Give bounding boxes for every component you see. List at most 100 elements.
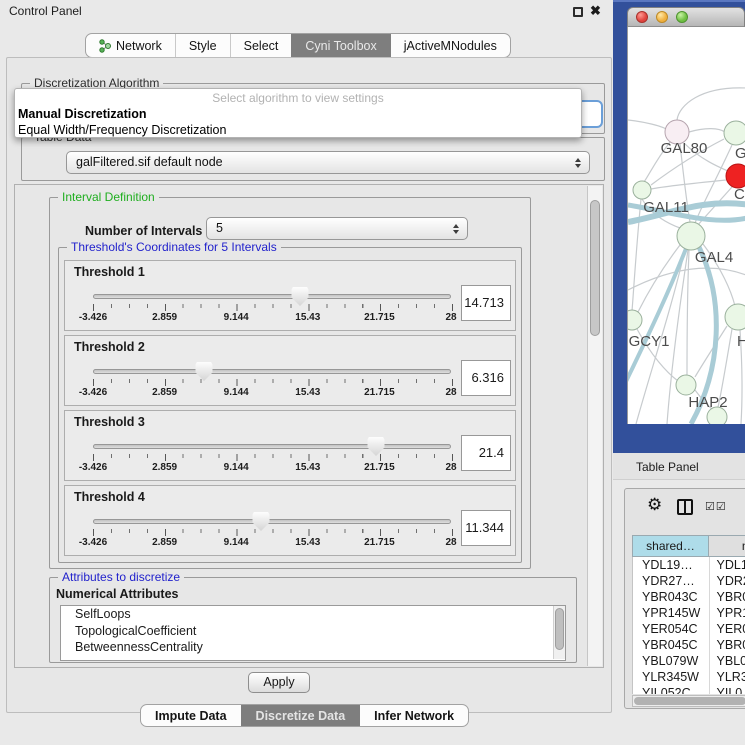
column-header-name[interactable]: na [709, 535, 745, 557]
node-highlighted-red[interactable] [726, 164, 745, 188]
cell-shared-name[interactable]: YBR045C [633, 637, 710, 653]
cell-name[interactable]: YBR0 [710, 589, 745, 605]
cell-name[interactable]: YDL1 [710, 557, 745, 573]
slider-major-ticks [93, 529, 453, 536]
network-window-titlebar[interactable] [627, 7, 745, 27]
numerical-attributes-label: Numerical Attributes [56, 587, 178, 601]
cell-shared-name[interactable]: YIL052C [633, 685, 710, 694]
threshold-label: Threshold 1 [74, 265, 145, 279]
tab-style[interactable]: Style [175, 34, 230, 57]
cell-shared-name[interactable]: YLR345W [633, 669, 710, 685]
tick-label: -3.426 [79, 462, 107, 473]
cell-name[interactable]: YDR2 [710, 573, 745, 589]
cell-shared-name[interactable]: YBR043C [633, 589, 710, 605]
list-scrollbar[interactable] [553, 606, 565, 659]
cell-shared-name[interactable]: YDR27… [633, 573, 710, 589]
table-row[interactable]: YDL19… YDL1 [633, 557, 745, 573]
scrollbar-thumb[interactable] [634, 697, 745, 705]
table-row[interactable]: YER054C YER0 [633, 621, 745, 637]
node-partial-top[interactable] [724, 121, 745, 145]
scrollbar-thumb[interactable] [590, 200, 600, 336]
select-columns-icon[interactable]: ☑☑ [705, 500, 727, 513]
threshold-2-slider[interactable] [93, 369, 451, 374]
cell-name[interactable]: YLR3 [710, 669, 745, 685]
tab-select[interactable]: Select [230, 34, 292, 57]
popup-option-manual-discretization[interactable]: Manual Discretization [15, 106, 581, 122]
cell-name[interactable]: YBL0 [710, 653, 745, 669]
list-item[interactable]: SelfLoops [61, 606, 565, 623]
column-header-shared-name[interactable]: shared… [632, 535, 709, 557]
cell-shared-name[interactable]: YBL079W [633, 653, 710, 669]
cell-name[interactable]: YIL0 [710, 685, 745, 694]
tab-infer-network[interactable]: Infer Network [359, 705, 468, 726]
close-icon[interactable]: ✖ [590, 3, 601, 19]
threshold-2-value-field[interactable]: 6.316 [461, 360, 511, 396]
tab-jactivemnodules[interactable]: jActiveMNodules [390, 34, 510, 57]
cell-name[interactable]: YBR0 [710, 637, 745, 653]
list-item[interactable]: TopologicalCoefficient [61, 623, 565, 640]
tab-label: jActiveMNodules [404, 39, 497, 53]
table-row[interactable]: YIL052C YIL0 [633, 685, 745, 694]
threshold-1-value-field[interactable]: 14.713 [461, 285, 511, 321]
tab-discretize-data[interactable]: Discretize Data [241, 705, 360, 726]
zoom-traffic-light-icon[interactable] [676, 11, 688, 23]
node-hap2[interactable] [676, 375, 696, 395]
table-header-row: shared… na [632, 535, 745, 557]
threshold-3-slider[interactable] [93, 444, 451, 449]
list-item[interactable]: BetweennessCentrality [61, 639, 565, 656]
cyni-toolbox-panel: Discretization Algorithm Table Data galF… [6, 57, 612, 713]
table-panel-title: Table Panel [636, 460, 699, 474]
table-row[interactable]: YPR145W YPR1 [633, 605, 745, 621]
table-row[interactable]: YLR345W YLR3 [633, 669, 745, 685]
popup-option-equal-width-frequency[interactable]: Equal Width/Frequency Discretization [15, 122, 581, 138]
table-data-combobox[interactable]: galFiltered.sif default node [66, 151, 590, 174]
tick-label: 2.859 [152, 537, 177, 548]
popup-hint: Select algorithm to view settings [15, 90, 581, 106]
cell-shared-name[interactable]: YER054C [633, 621, 710, 637]
numerical-attributes-list[interactable]: SelfLoopsTopologicalCoefficientBetweenne… [60, 605, 566, 661]
stepper-icon [575, 158, 581, 168]
interval-definition-group: Interval Definition Number of Intervals … [49, 197, 531, 569]
number-of-intervals-combobox[interactable]: 5 [206, 217, 468, 240]
table-row[interactable]: YBR045C YBR0 [633, 637, 745, 653]
table-horizontal-scrollbar[interactable] [632, 695, 745, 707]
tab-label: Style [189, 39, 217, 53]
tick-label: 2.859 [152, 312, 177, 323]
cell-name[interactable]: YER0 [710, 621, 745, 637]
gear-icon[interactable]: ⚙ [647, 495, 662, 515]
threshold-4-value-field[interactable]: 11.344 [461, 510, 511, 546]
tab-label: Infer Network [374, 709, 454, 723]
tick-label: 21.715 [364, 462, 395, 473]
column-layout-icon[interactable] [677, 499, 693, 515]
tick-label: 9.144 [224, 537, 249, 548]
tab-impute-data[interactable]: Impute Data [141, 705, 241, 726]
node-gal11[interactable] [633, 181, 651, 199]
scrollbar-thumb[interactable] [555, 608, 564, 650]
close-traffic-light-icon[interactable] [636, 11, 648, 23]
tick-label: 21.715 [364, 312, 395, 323]
slider-scale: -3.4262.8599.14415.4321.71528 [93, 387, 451, 400]
threshold-3-value-field[interactable]: 21.4 [461, 435, 511, 471]
threshold-4-slider[interactable] [93, 519, 451, 524]
panel-scrollbar[interactable] [587, 186, 602, 666]
minimize-traffic-light-icon[interactable] [656, 11, 668, 23]
tick-label: 21.715 [364, 537, 395, 548]
table-row[interactable]: YBL079W YBL0 [633, 653, 745, 669]
node-gal4[interactable] [677, 222, 705, 250]
table-row[interactable]: YDR27… YDR2 [633, 573, 745, 589]
cell-shared-name[interactable]: YPR145W [633, 605, 710, 621]
float-window-icon[interactable] [573, 7, 583, 17]
apply-button[interactable]: Apply [248, 672, 310, 693]
node-partial-right[interactable] [725, 304, 745, 330]
cell-name[interactable]: YPR1 [710, 605, 745, 621]
combobox-value: 5 [216, 221, 223, 235]
threshold-1-slider[interactable] [93, 294, 451, 299]
tab-network[interactable]: Network [86, 34, 175, 57]
node-gcy1[interactable] [628, 310, 642, 330]
table-row[interactable]: YBR043C YBR0 [633, 589, 745, 605]
tab-cyni-toolbox[interactable]: Cyni Toolbox [291, 34, 389, 57]
network-canvas[interactable]: GAL80 GA C GAL11 GAL4 GCY1 H HAP2 [627, 27, 745, 424]
number-of-intervals-label: Number of Intervals [85, 224, 202, 238]
cell-shared-name[interactable]: YDL19… [633, 557, 710, 573]
table-rows[interactable]: YDL19… YDL1 YDR27… YDR2 YBR043C YBR0 [632, 557, 745, 694]
